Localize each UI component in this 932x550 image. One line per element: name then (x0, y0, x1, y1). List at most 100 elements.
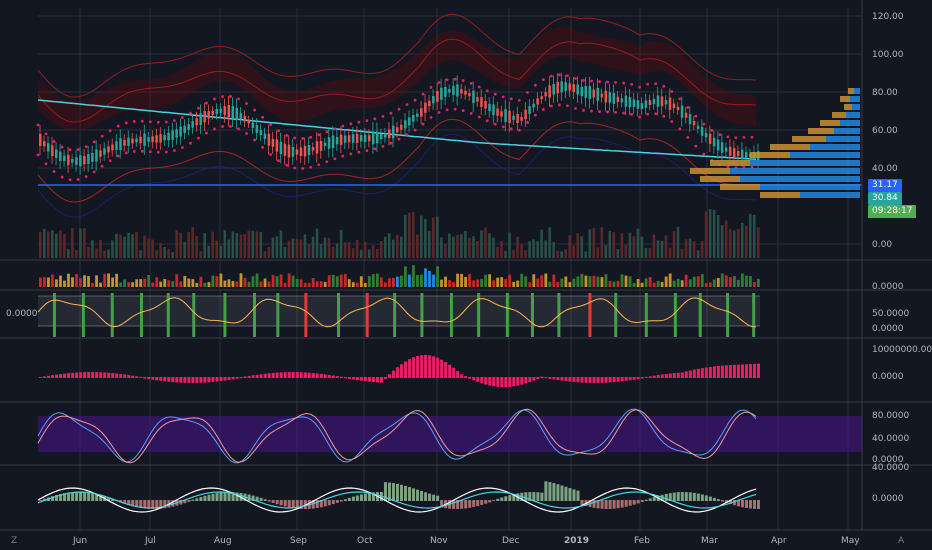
candle-body (43, 141, 46, 147)
histogram-bar (87, 372, 91, 378)
ma-magenta-1 (590, 79, 593, 83)
volume-bar (215, 240, 218, 258)
histogram-bar (215, 276, 219, 287)
volume-bar (652, 234, 656, 258)
volume-bar (43, 229, 46, 258)
histogram-bar (552, 377, 556, 380)
histogram-bar (404, 485, 408, 501)
volume-profile-bar (834, 128, 860, 134)
volume-bar (544, 240, 547, 258)
candle-body (668, 97, 672, 110)
histogram-bar (271, 500, 275, 503)
ma-magenta-1 (189, 111, 192, 115)
ma-magenta-1 (92, 140, 96, 144)
volume-bar (428, 231, 431, 258)
histogram-bar (167, 280, 171, 287)
histogram-bar (628, 276, 632, 287)
signal-bar (420, 293, 424, 337)
histogram-bar (532, 274, 536, 287)
candle-body (55, 149, 58, 158)
histogram-bar (51, 375, 55, 378)
histogram-bar (119, 282, 123, 287)
ma-magenta-2 (654, 112, 658, 116)
histogram-bar (656, 280, 660, 287)
histogram-bar (159, 377, 163, 381)
histogram-bar (408, 487, 412, 501)
candle-body (476, 97, 479, 102)
histogram-bar (480, 500, 484, 505)
volume-bar (195, 235, 198, 258)
ma-magenta-2 (405, 133, 409, 137)
histogram-bar (432, 494, 436, 501)
ma-magenta-1 (453, 77, 457, 81)
signal-bar (614, 293, 618, 337)
histogram-bar (359, 494, 363, 501)
volume-bar (55, 233, 58, 258)
histogram-bar (560, 278, 564, 287)
timezone-toggle-button[interactable]: Z (11, 536, 17, 546)
auto-scale-button[interactable]: A (898, 536, 904, 546)
candle-body (195, 118, 198, 126)
volume-bar (323, 237, 327, 258)
chart-canvas[interactable] (0, 0, 932, 550)
histogram-bar (347, 377, 351, 379)
histogram-bar (75, 492, 79, 501)
ma-magenta-1 (325, 130, 329, 134)
volume-bar (628, 232, 632, 258)
histogram-bar (748, 364, 752, 378)
ma-magenta-1 (156, 120, 160, 124)
ma-magenta-1 (405, 103, 409, 107)
histogram-bar (135, 279, 139, 287)
histogram-bar (628, 377, 632, 381)
ma-magenta-2 (485, 119, 489, 123)
ma-magenta-2 (525, 120, 529, 124)
histogram-bar (724, 275, 728, 287)
histogram-bar (684, 371, 688, 378)
histogram-bar (600, 277, 604, 287)
histogram-bar (592, 275, 596, 287)
histogram-bar (416, 355, 420, 378)
histogram-bar (287, 372, 291, 378)
ma-magenta-2 (140, 149, 144, 153)
ma-magenta-1 (36, 123, 40, 127)
candle-body (428, 100, 431, 107)
volume-bar (335, 243, 339, 258)
histogram-bar (756, 500, 760, 509)
histogram-bar (199, 276, 203, 287)
volume-bar (568, 235, 571, 258)
histogram-bar (131, 375, 135, 378)
ma-magenta-2 (437, 111, 441, 114)
histogram-bar (219, 377, 223, 382)
volume-bar (155, 250, 158, 258)
volume-bar (724, 220, 728, 258)
candle-body (572, 84, 575, 92)
histogram-bar (195, 377, 199, 383)
histogram-bar (195, 282, 199, 287)
y-tick-main: 40.00 (872, 164, 898, 174)
histogram-bar (203, 377, 207, 383)
histogram-bar (371, 377, 375, 383)
histogram-bar (95, 275, 98, 287)
ma-magenta-1 (550, 74, 553, 78)
histogram-bar (408, 359, 412, 378)
ma-magenta-1 (614, 80, 617, 84)
histogram-bar (744, 364, 748, 378)
histogram-bar (592, 377, 596, 383)
histogram-bar (492, 500, 496, 502)
ma-magenta-2 (237, 127, 240, 131)
histogram-bar (556, 484, 560, 501)
candle-body (259, 129, 263, 136)
histogram-bar (147, 377, 151, 380)
candle-body (171, 130, 174, 140)
histogram-bar (484, 377, 488, 385)
volume-bar (111, 240, 114, 258)
volume-bar (235, 232, 239, 258)
candle-body (303, 145, 307, 157)
histogram-bar (544, 481, 548, 501)
volume-profile-bar (710, 160, 750, 166)
volume-bar (536, 241, 539, 258)
histogram-bar (624, 500, 628, 507)
histogram-bar (572, 377, 576, 382)
volume-bar (484, 227, 487, 258)
candle-body (400, 124, 403, 130)
